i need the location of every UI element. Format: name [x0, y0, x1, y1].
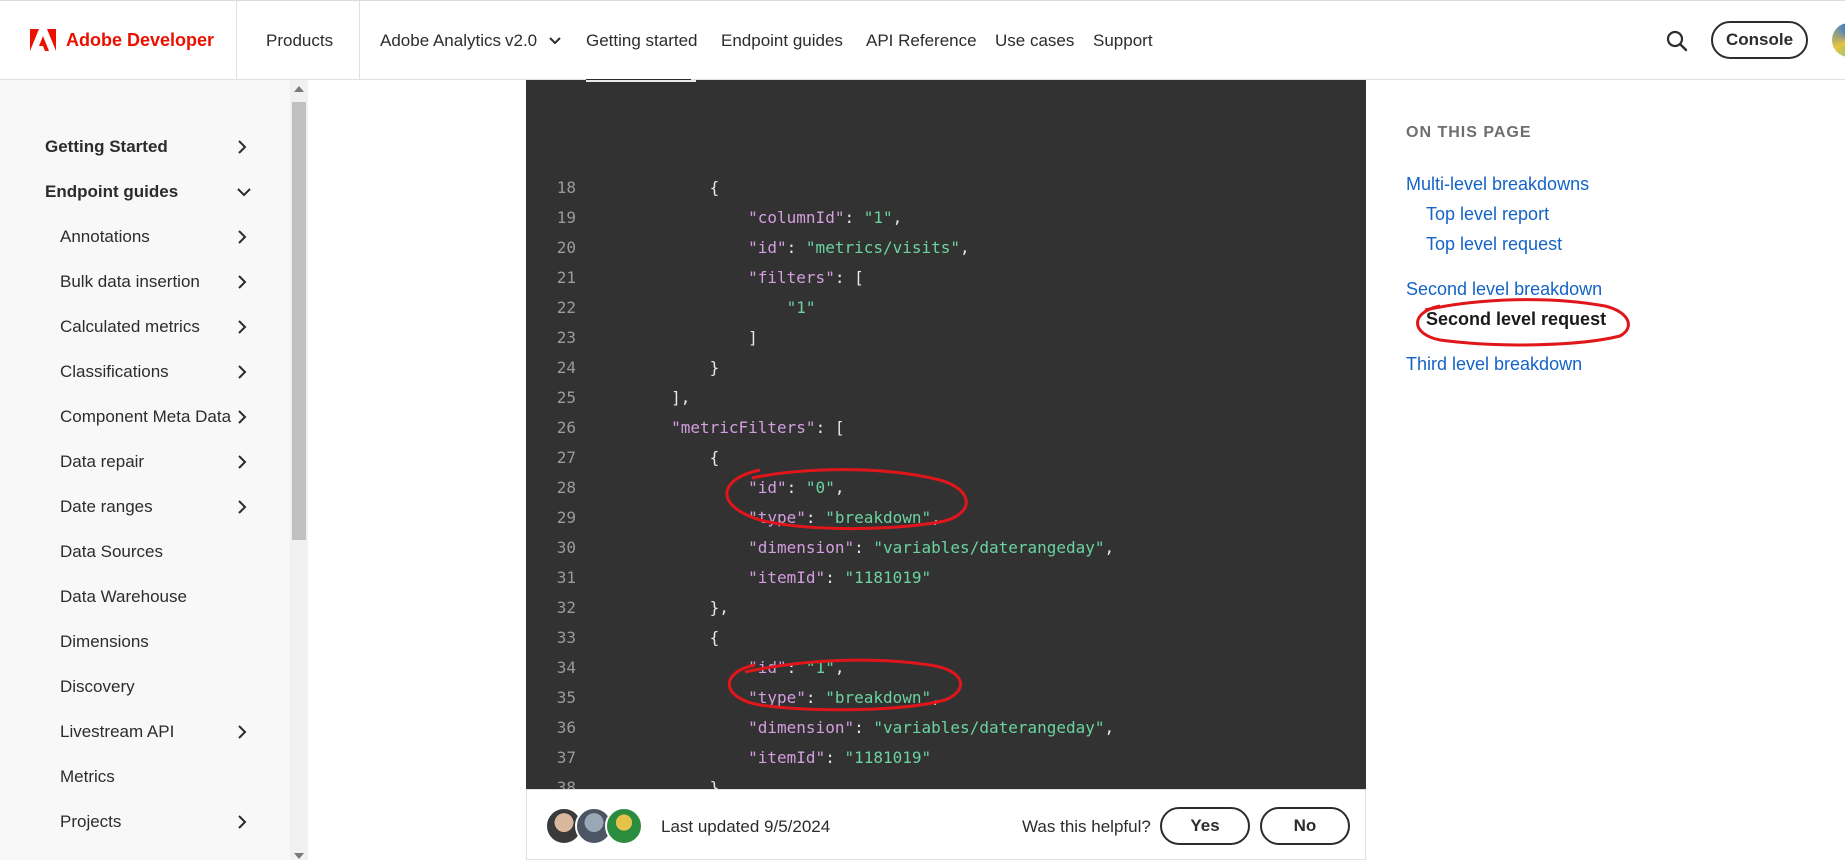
yes-button[interactable]: Yes — [1160, 807, 1250, 845]
sidebar-item-metrics[interactable]: Metrics — [60, 767, 115, 787]
adobe-developer-logo[interactable]: Adobe Developer — [30, 29, 214, 51]
sidebar-item-data-sources[interactable]: Data Sources — [60, 542, 163, 562]
feedback-bar: Last updated 9/5/2024 Was this helpful? … — [526, 789, 1366, 860]
contributor-avatar[interactable] — [605, 807, 643, 845]
nav-api-reference[interactable]: API Reference — [866, 31, 977, 51]
console-button[interactable]: Console — [1711, 21, 1808, 59]
header-divider — [359, 1, 360, 80]
toc-item-top-level-report[interactable]: Top level report — [1426, 204, 1549, 225]
sidebar-item-endpoint-guides[interactable]: Endpoint guides — [45, 182, 178, 202]
nav-product-name[interactable]: Adobe Analytics — [380, 31, 501, 51]
sidebar-item-dimensions[interactable]: Dimensions — [60, 632, 149, 652]
chevron-right-icon[interactable] — [236, 814, 248, 830]
toc-item-top-level-request[interactable]: Top level request — [1426, 234, 1562, 255]
chevron-right-icon[interactable] — [236, 409, 248, 425]
nav-products[interactable]: Products — [266, 31, 333, 51]
sidebar-item-classifications[interactable]: Classifications — [60, 362, 169, 382]
brand-name: Adobe Developer — [66, 29, 215, 50]
sidebar-item-livestream-api[interactable]: Livestream API — [60, 722, 174, 742]
header-divider — [236, 1, 237, 80]
adobe-logo-icon — [30, 29, 56, 51]
scroll-up-arrow-icon[interactable] — [294, 86, 304, 92]
sidebar-item-component-meta-data[interactable]: Component Meta Data — [60, 407, 231, 427]
sidebar-item-getting-started[interactable]: Getting Started — [45, 137, 168, 157]
chevron-right-icon[interactable] — [236, 364, 248, 380]
nav-endpoint-guides[interactable]: Endpoint guides — [721, 31, 843, 51]
sidebar-item-projects[interactable]: Projects — [60, 812, 121, 832]
chevron-down-icon[interactable] — [236, 186, 252, 198]
code-partial-line — [586, 80, 696, 82]
last-updated-text: Last updated 9/5/2024 — [661, 817, 831, 836]
chevron-right-icon[interactable] — [236, 454, 248, 470]
search-icon[interactable] — [1666, 30, 1688, 52]
chevron-right-icon[interactable] — [236, 724, 248, 740]
chevron-right-icon[interactable] — [236, 139, 248, 155]
chevron-right-icon[interactable] — [236, 274, 248, 290]
sidebar-item-calculated-metrics[interactable]: Calculated metrics — [60, 317, 200, 337]
toc-item-second-level-breakdown[interactable]: Second level breakdown — [1406, 279, 1602, 300]
toc-item-second-level-request[interactable]: Second level request — [1426, 309, 1606, 330]
sidebar-item-bulk-data-insertion[interactable]: Bulk data insertion — [60, 272, 200, 292]
nav-getting-started[interactable]: Getting started — [586, 31, 698, 51]
top-header: Adobe Developer Products Adobe Analytics… — [0, 0, 1845, 82]
nav-use-cases[interactable]: Use cases — [995, 31, 1074, 51]
chevron-right-icon[interactable] — [236, 229, 248, 245]
user-avatar[interactable] — [1832, 23, 1845, 57]
chevron-right-icon[interactable] — [236, 319, 248, 335]
no-button[interactable]: No — [1260, 807, 1350, 845]
toc-title: ON THIS PAGE — [1406, 124, 1532, 141]
nav-support[interactable]: Support — [1093, 31, 1153, 51]
code-block: 18 { 19 "columnId": "1", 20 "id": "metri… — [526, 80, 1366, 797]
version-label: v2.0 — [505, 31, 538, 50]
sidebar-scrollbar-thumb[interactable] — [292, 102, 306, 540]
chevron-right-icon[interactable] — [236, 499, 248, 515]
sidebar-item-date-ranges[interactable]: Date ranges — [60, 497, 153, 517]
toc-item-multi-level-breakdowns[interactable]: Multi-level breakdowns — [1406, 174, 1589, 195]
sidebar-item-data-warehouse[interactable]: Data Warehouse — [60, 587, 187, 607]
sidebar-item-discovery[interactable]: Discovery — [60, 677, 135, 697]
sidebar-item-annotations[interactable]: Annotations — [60, 227, 150, 247]
chevron-down-icon — [549, 37, 561, 45]
helpful-prompt: Was this helpful? — [1022, 817, 1151, 836]
version-select[interactable]: v2.0 — [505, 31, 562, 51]
scroll-down-arrow-icon[interactable] — [294, 853, 304, 859]
sidebar-item-data-repair[interactable]: Data repair — [60, 452, 144, 472]
toc-item-third-level-breakdown[interactable]: Third level breakdown — [1406, 354, 1582, 375]
